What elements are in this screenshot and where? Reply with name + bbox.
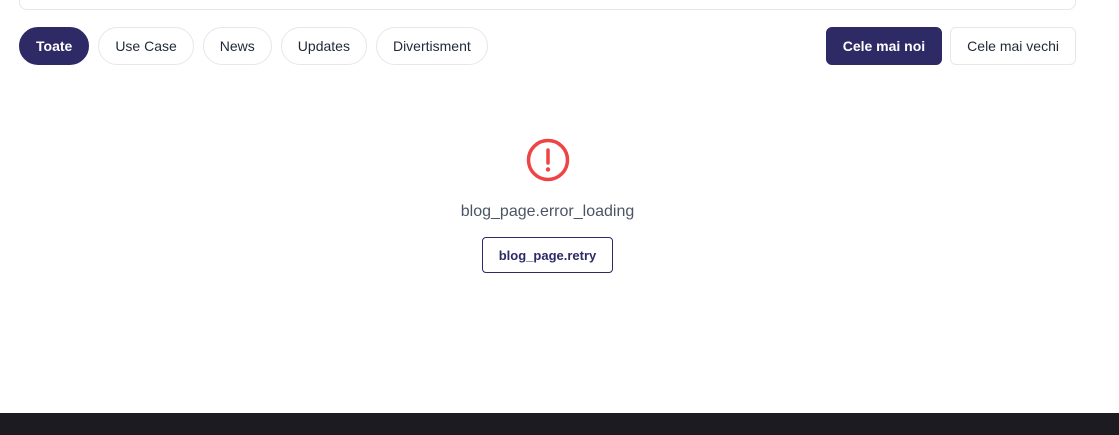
filter-news[interactable]: News: [202, 27, 272, 65]
sort-newest-button[interactable]: Cele mai noi: [825, 27, 943, 65]
category-filter-bar: Toate Use Case News Updates Divertisment: [19, 27, 488, 65]
footer: [0, 413, 1119, 435]
alert-circle-icon: [526, 138, 569, 182]
sort-oldest-button[interactable]: Cele mai vechi: [950, 27, 1076, 65]
search-card: [19, 0, 1076, 10]
retry-button[interactable]: blog_page.retry: [481, 237, 614, 273]
error-message: blog_page.error_loading: [460, 203, 635, 220]
sort-bar: Cele mai noi Cele mai vechi: [825, 27, 1076, 65]
filter-use-case[interactable]: Use Case: [98, 27, 194, 65]
filter-updates[interactable]: Updates: [280, 27, 367, 65]
error-state: blog_page.error_loading blog_page.retry: [0, 138, 1095, 273]
filter-divertisment[interactable]: Divertisment: [375, 27, 488, 65]
filter-toate[interactable]: Toate: [19, 27, 90, 65]
